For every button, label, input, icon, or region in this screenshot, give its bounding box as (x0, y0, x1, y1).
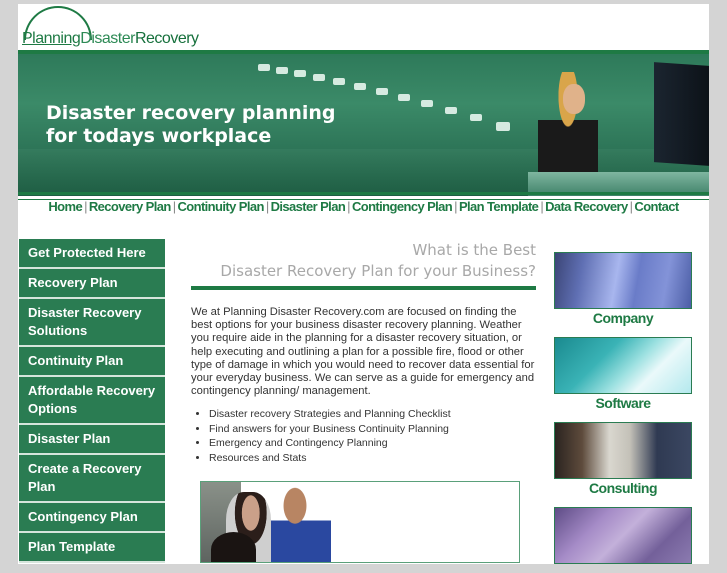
heading-divider (191, 286, 536, 290)
company-buildings-image[interactable] (554, 252, 692, 309)
nav-separator: | (540, 199, 544, 214)
sidebar-item-plan-template[interactable]: Plan Template (19, 533, 165, 563)
tile-software[interactable]: Software (554, 337, 692, 413)
feature-list: Disaster recovery Strategies and Plannin… (191, 407, 536, 465)
hero-banner: Disaster recovery planning for todays wo… (18, 50, 709, 196)
logo-part-planning: Planning (22, 30, 81, 47)
nav-recovery-plan[interactable]: Recovery Plan (89, 199, 171, 214)
nav-separator: | (347, 199, 350, 214)
banner-headline-line1: Disaster recovery planning (46, 102, 336, 124)
nav-contact[interactable]: Contact (634, 199, 679, 214)
nav-disaster-plan[interactable]: Disaster Plan (271, 199, 346, 214)
page-heading-line1: What is the Best (412, 241, 536, 259)
sidebar-item-continuity-plan[interactable]: Continuity Plan (19, 347, 165, 377)
list-item: Emergency and Contingency Planning (209, 436, 536, 451)
nav-contingency-plan[interactable]: Contingency Plan (352, 199, 453, 214)
sidebar-item-contingency-plan[interactable]: Contingency Plan (19, 503, 165, 533)
nav-separator: | (172, 199, 176, 214)
consulting-people-image[interactable] (554, 422, 692, 479)
nav-data-recovery[interactable]: Data Recovery (545, 199, 628, 214)
sidebar-item-disaster-plan[interactable]: Disaster Plan (19, 425, 165, 455)
nav-plan-template[interactable]: Plan Template (459, 199, 539, 214)
nav-separator: | (265, 199, 269, 214)
page: PlanningDisasterRecovery Disaster recove… (18, 4, 709, 564)
woman-face (563, 84, 585, 114)
team-photo (200, 481, 520, 563)
monitor-image (654, 62, 709, 166)
sidebar-menu: Get Protected Here Recovery Plan Disaste… (19, 239, 165, 563)
tile-caption[interactable]: Software (554, 394, 692, 413)
intro-paragraph: We at Planning Disaster Recovery.com are… (191, 306, 535, 398)
tile-consulting[interactable]: Consulting (554, 422, 692, 498)
list-item: Disaster recovery Strategies and Plannin… (209, 407, 536, 422)
tile-caption[interactable]: Consulting (554, 479, 692, 498)
banner-headline-line2: for todays workplace (46, 125, 272, 147)
page-heading: What is the Best Disaster Recovery Plan … (191, 240, 536, 282)
nav-separator: | (629, 199, 633, 214)
sidebar-item-affordable-recovery-options[interactable]: Affordable Recovery Options (19, 377, 165, 425)
nav-separator: | (84, 199, 87, 214)
nav-home[interactable]: Home (48, 199, 82, 214)
logo-part-recovery: Recovery (134, 30, 199, 47)
top-nav: Home | Recovery Plan | Continuity Plan | Disas… (18, 199, 709, 214)
main-content: What is the Best Disaster Recovery Plan … (191, 240, 536, 465)
logo-text: PlanningDisasterRecovery (22, 30, 199, 48)
site-logo[interactable]: PlanningDisasterRecovery (20, 4, 220, 50)
logo-part-disaster: Disaster (80, 30, 135, 47)
software-keyboard-cd-image[interactable] (554, 337, 692, 394)
list-item: Find answers for your Business Continuit… (209, 422, 536, 437)
sidebar-item-create-a-recovery-plan[interactable]: Create a Recovery Plan (19, 455, 165, 503)
photo-man (271, 487, 331, 562)
nav-continuity-plan[interactable]: Continuity Plan (177, 199, 264, 214)
tile-caption[interactable]: Company (554, 309, 692, 328)
photo-person-foreground (211, 532, 256, 562)
sidebar-item-disaster-recovery-solutions[interactable]: Disaster Recovery Solutions (19, 299, 165, 347)
right-column: Company Software Consulting (554, 252, 692, 573)
page-heading-line2: Disaster Recovery Plan for your Business… (220, 262, 536, 280)
tile-company[interactable]: Company (554, 252, 692, 328)
tile-data-recovery[interactable] (554, 507, 692, 564)
sidebar-item-get-protected-here[interactable]: Get Protected Here (19, 239, 165, 269)
nav-separator: | (454, 199, 457, 214)
cd-disc-image[interactable] (554, 507, 692, 564)
list-item: Resources and Stats (209, 451, 536, 466)
banner-headline: Disaster recovery planning for todays wo… (46, 102, 336, 148)
sidebar-item-recovery-plan[interactable]: Recovery Plan (19, 269, 165, 299)
